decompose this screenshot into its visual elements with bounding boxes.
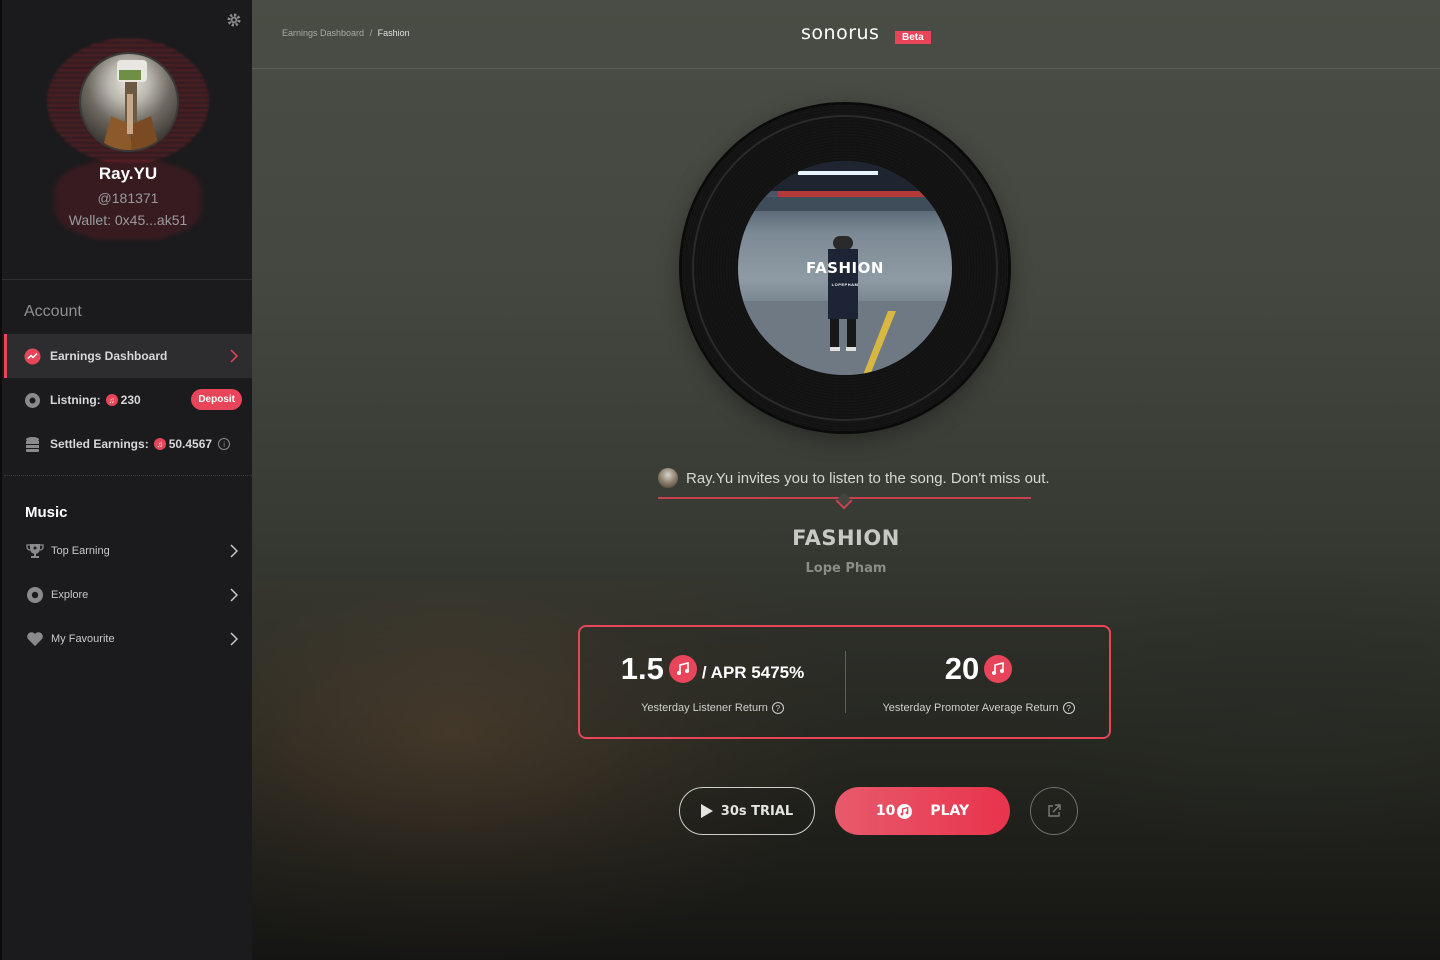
sidebar-item-top-earning[interactable]: Top Earning: [4, 529, 254, 573]
album-cover-title: FASHION: [806, 259, 884, 277]
avatar[interactable]: [79, 52, 179, 152]
listener-return-stat: 1.5 / APR 5475% Yesterday Listener Retur…: [580, 649, 845, 729]
coins-icon: [24, 436, 41, 453]
logo[interactable]: sonorus: [801, 22, 879, 44]
album-cover-artist: LOPEPHAM: [831, 282, 859, 287]
sidebar-item-label: Earnings Dashboard: [50, 349, 168, 363]
invite-text: Ray.Yu invites you to listen to the song…: [686, 470, 1050, 487]
promoter-return-stat: 20 Yesterday Promoter Average Return ?: [846, 649, 1111, 729]
user-handle: @181371: [97, 190, 159, 206]
main-content: Earnings Dashboard / Fashion sonorus Bet…: [252, 0, 1440, 960]
gear-icon[interactable]: [226, 12, 242, 28]
sidebar-item-listening[interactable]: Listning: ♫ 230 Deposit: [4, 378, 254, 422]
chevron-right-icon: [230, 544, 238, 558]
breadcrumb-link-earnings-dashboard[interactable]: Earnings Dashboard: [282, 28, 364, 38]
breadcrumb: Earnings Dashboard / Fashion: [282, 28, 410, 38]
share-icon: [1048, 804, 1061, 817]
disc-icon: [26, 586, 44, 604]
inviter-avatar: [658, 468, 678, 488]
breadcrumb-current: Fashion: [377, 28, 410, 38]
returns-panel: 1.5 / APR 5475% Yesterday Listener Retur…: [578, 625, 1111, 739]
info-icon[interactable]: i: [218, 438, 231, 450]
album-cover: FASHION LOPEPHAM: [738, 161, 952, 375]
sidebar-item-label: Listning:: [50, 393, 101, 407]
sidebar-item-settled-earnings[interactable]: Settled Earnings: ♫ 50.4567 i: [4, 422, 254, 466]
share-button[interactable]: [1030, 787, 1078, 835]
play-icon: [700, 804, 713, 818]
sidebar-item-label: Explore: [51, 589, 89, 601]
sidebar-item-label: Top Earning: [51, 545, 110, 557]
vinyl-record: FASHION LOPEPHAM: [682, 105, 1008, 431]
trial-button[interactable]: 30s TRIAL: [679, 787, 815, 835]
sidebar-item-explore[interactable]: Explore: [4, 573, 254, 617]
play-button-label: PLAY: [930, 803, 970, 819]
listening-count: 230: [120, 393, 141, 407]
note-icon: [984, 655, 1013, 683]
promoter-return-label: Yesterday Promoter Average Return: [882, 702, 1059, 714]
apr-value: / APR 5475%: [701, 663, 805, 682]
invite-banner: Ray.Yu invites you to listen to the song…: [658, 466, 1050, 510]
chevron-right-icon: [230, 632, 238, 646]
trend-icon: [24, 348, 41, 365]
note-icon: [668, 655, 697, 683]
trophy-icon: [26, 542, 44, 560]
listener-return-label: Yesterday Listener Return: [641, 702, 768, 714]
divider: [4, 475, 254, 476]
account-heading: Account: [24, 303, 82, 320]
note-icon: [897, 803, 913, 819]
promoter-return-value: 20: [944, 651, 980, 686]
settled-earnings-value: 50.4567: [168, 437, 213, 451]
top-bar: Earnings Dashboard / Fashion sonorus Bet…: [252, 0, 1440, 69]
user-name: Ray.YU: [98, 164, 158, 183]
invite-pointer: [835, 492, 853, 510]
song-artist[interactable]: Lope Pham: [252, 561, 1440, 576]
chevron-right-icon: [230, 588, 238, 602]
play-button[interactable]: 10 PLAY: [835, 787, 1010, 835]
profile-panel: Ray.YU @181371 Wallet: 0x45...ak51: [2, 0, 252, 280]
play-cost: 10: [875, 803, 896, 819]
song-title: FASHION: [792, 526, 900, 550]
breadcrumb-separator: /: [369, 28, 373, 38]
listener-return-value: 1.5: [620, 651, 664, 686]
heart-icon: [26, 630, 44, 648]
help-icon[interactable]: ?: [771, 702, 784, 714]
chevron-right-icon: [230, 349, 238, 363]
sidebar-item-label: My Favourite: [51, 633, 115, 645]
sidebar: Ray.YU @181371 Wallet: 0x45...ak51 Accou…: [0, 0, 254, 960]
help-icon[interactable]: ?: [1062, 702, 1075, 714]
deposit-button[interactable]: Deposit: [191, 389, 242, 410]
sidebar-item-my-favourite[interactable]: My Favourite: [4, 617, 254, 661]
beta-badge: Beta: [895, 31, 931, 44]
wallet-address: Wallet: 0x45...ak51: [68, 212, 188, 228]
sidebar-item-label: Settled Earnings:: [50, 437, 149, 451]
sidebar-item-earnings-dashboard[interactable]: Earnings Dashboard: [4, 334, 254, 378]
trial-button-label: 30s TRIAL: [720, 803, 794, 819]
disc-icon: [24, 392, 41, 409]
note-icon: ♫: [153, 438, 166, 450]
music-heading: Music: [25, 504, 68, 521]
note-icon: ♫: [105, 394, 118, 406]
